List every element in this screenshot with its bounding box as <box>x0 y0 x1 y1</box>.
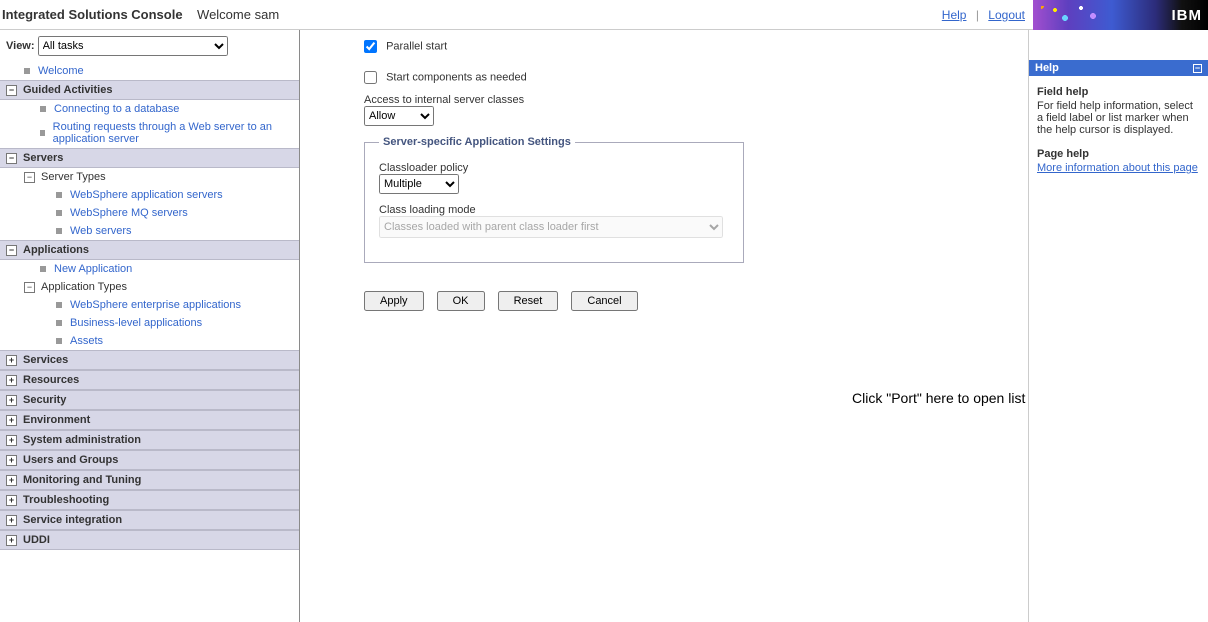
nav-welcome-link[interactable]: Welcome <box>38 65 84 77</box>
server-specific-fieldset: Server-specific Application Settings Cla… <box>364 136 744 263</box>
nav-security[interactable]: +Security <box>0 390 299 410</box>
nav-servers[interactable]: − Servers <box>0 148 299 168</box>
bullet-icon <box>56 228 62 234</box>
view-row: View: All tasks <box>0 30 299 62</box>
nav-applications[interactable]: − Applications <box>0 240 299 260</box>
expand-icon[interactable]: + <box>6 415 17 426</box>
annotation-note: Click "Port" here to open list <box>852 390 1025 406</box>
nav-guided-activities[interactable]: − Guided Activities <box>0 80 299 100</box>
left-nav: View: All tasks Welcome − Guided Activit… <box>0 30 300 622</box>
collapse-icon[interactable]: − <box>6 85 17 96</box>
classloader-row: Classloader policy Multiple <box>379 162 729 194</box>
nav-uddi[interactable]: +UDDI <box>0 530 299 550</box>
parallel-start-label: Parallel start <box>386 40 447 52</box>
parallel-start-checkbox[interactable] <box>364 40 377 53</box>
nav-server-type-item[interactable]: Web servers <box>0 222 299 240</box>
nav-application-types[interactable]: − Application Types <box>0 278 299 296</box>
view-select[interactable]: All tasks <box>38 36 228 56</box>
nav-apptype-item[interactable]: Assets <box>0 332 299 350</box>
classloader-label: Classloader policy <box>379 162 729 174</box>
nav-system-administration[interactable]: +System administration <box>0 430 299 450</box>
header-title: Integrated Solutions Console Welcome sam <box>2 7 279 22</box>
collapse-icon[interactable]: − <box>6 245 17 256</box>
help-title: Help <box>1035 62 1059 74</box>
header-bar: Integrated Solutions Console Welcome sam… <box>0 0 1208 30</box>
parallel-start-row: Parallel start <box>364 40 1018 53</box>
welcome-user: Welcome sam <box>197 7 279 22</box>
page-help-heading: Page help <box>1037 148 1200 160</box>
expand-icon[interactable]: + <box>6 355 17 366</box>
bullet-icon <box>56 210 62 216</box>
help-header: Help − <box>1029 60 1208 76</box>
bullet-icon <box>40 130 45 136</box>
button-row: Apply OK Reset Cancel <box>364 291 1018 311</box>
header-artwork: IBM <box>1033 0 1208 30</box>
start-components-label: Start components as needed <box>386 71 527 83</box>
nav-new-application[interactable]: New Application <box>0 260 299 278</box>
classloading-select[interactable]: Classes loaded with parent class loader … <box>379 216 723 238</box>
logout-link[interactable]: Logout <box>988 8 1025 22</box>
nav-server-type-item[interactable]: WebSphere MQ servers <box>0 204 299 222</box>
classloading-row: Class loading mode Classes loaded with p… <box>379 204 729 238</box>
bullet-icon <box>40 106 46 112</box>
nav-environment[interactable]: +Environment <box>0 410 299 430</box>
classloader-select[interactable]: Multiple <box>379 174 459 194</box>
start-components-checkbox[interactable] <box>364 71 377 84</box>
nav-users-and-groups[interactable]: +Users and Groups <box>0 450 299 470</box>
nav-apptype-item[interactable]: Business-level applications <box>0 314 299 332</box>
expand-icon[interactable]: + <box>6 395 17 406</box>
expand-icon[interactable]: + <box>6 435 17 446</box>
nav-services[interactable]: +Services <box>0 350 299 370</box>
access-row: Access to internal server classes Allow <box>364 94 1018 126</box>
apply-button[interactable]: Apply <box>364 291 424 311</box>
fieldset-legend: Server-specific Application Settings <box>379 136 575 148</box>
classloading-label: Class loading mode <box>379 204 729 216</box>
collapse-icon[interactable]: − <box>6 153 17 164</box>
header-right: Help | Logout IBM <box>942 0 1208 30</box>
nav-server-type-item[interactable]: WebSphere application servers <box>0 186 299 204</box>
expand-icon[interactable]: + <box>6 515 17 526</box>
bullet-icon <box>56 338 62 344</box>
page-help-link[interactable]: More information about this page <box>1037 162 1198 174</box>
nav-troubleshooting[interactable]: +Troubleshooting <box>0 490 299 510</box>
separator: | <box>976 8 979 22</box>
start-components-row: Start components as needed <box>364 71 1018 84</box>
bullet-icon <box>24 68 30 74</box>
nav-welcome[interactable]: Welcome <box>0 62 299 80</box>
expand-icon[interactable]: + <box>6 455 17 466</box>
bullet-icon <box>40 266 46 272</box>
main-content: Parallel start Start components as neede… <box>300 30 1028 622</box>
help-pane: Help − Field help For field help informa… <box>1028 30 1208 622</box>
bullet-icon <box>56 192 62 198</box>
field-help-text: For field help information, select a fie… <box>1037 100 1200 136</box>
nav-monitoring-and-tuning[interactable]: +Monitoring and Tuning <box>0 470 299 490</box>
field-help-heading: Field help <box>1037 86 1200 98</box>
bullet-icon <box>56 302 62 308</box>
nav-guided-item[interactable]: Routing requests through a Web server to… <box>0 118 299 148</box>
help-body: Field help For field help information, s… <box>1029 76 1208 184</box>
expand-icon[interactable]: + <box>6 375 17 386</box>
access-select[interactable]: Allow <box>364 106 434 126</box>
view-label: View: <box>6 40 35 52</box>
collapse-icon[interactable]: − <box>24 282 35 293</box>
nav-service-integration[interactable]: +Service integration <box>0 510 299 530</box>
nav-server-types[interactable]: − Server Types <box>0 168 299 186</box>
collapse-icon[interactable]: − <box>24 172 35 183</box>
expand-icon[interactable]: + <box>6 495 17 506</box>
nav-resources[interactable]: +Resources <box>0 370 299 390</box>
help-link[interactable]: Help <box>942 8 967 22</box>
expand-icon[interactable]: + <box>6 535 17 546</box>
reset-button[interactable]: Reset <box>498 291 559 311</box>
access-label: Access to internal server classes <box>364 94 1018 106</box>
ibm-logo: IBM <box>1172 7 1203 24</box>
console-title: Integrated Solutions Console <box>2 7 183 22</box>
expand-icon[interactable]: + <box>6 475 17 486</box>
ok-button[interactable]: OK <box>437 291 485 311</box>
cancel-button[interactable]: Cancel <box>571 291 637 311</box>
bullet-icon <box>56 320 62 326</box>
nav-apptype-item[interactable]: WebSphere enterprise applications <box>0 296 299 314</box>
minimize-icon[interactable]: − <box>1193 64 1202 73</box>
nav-guided-item[interactable]: Connecting to a database <box>0 100 299 118</box>
